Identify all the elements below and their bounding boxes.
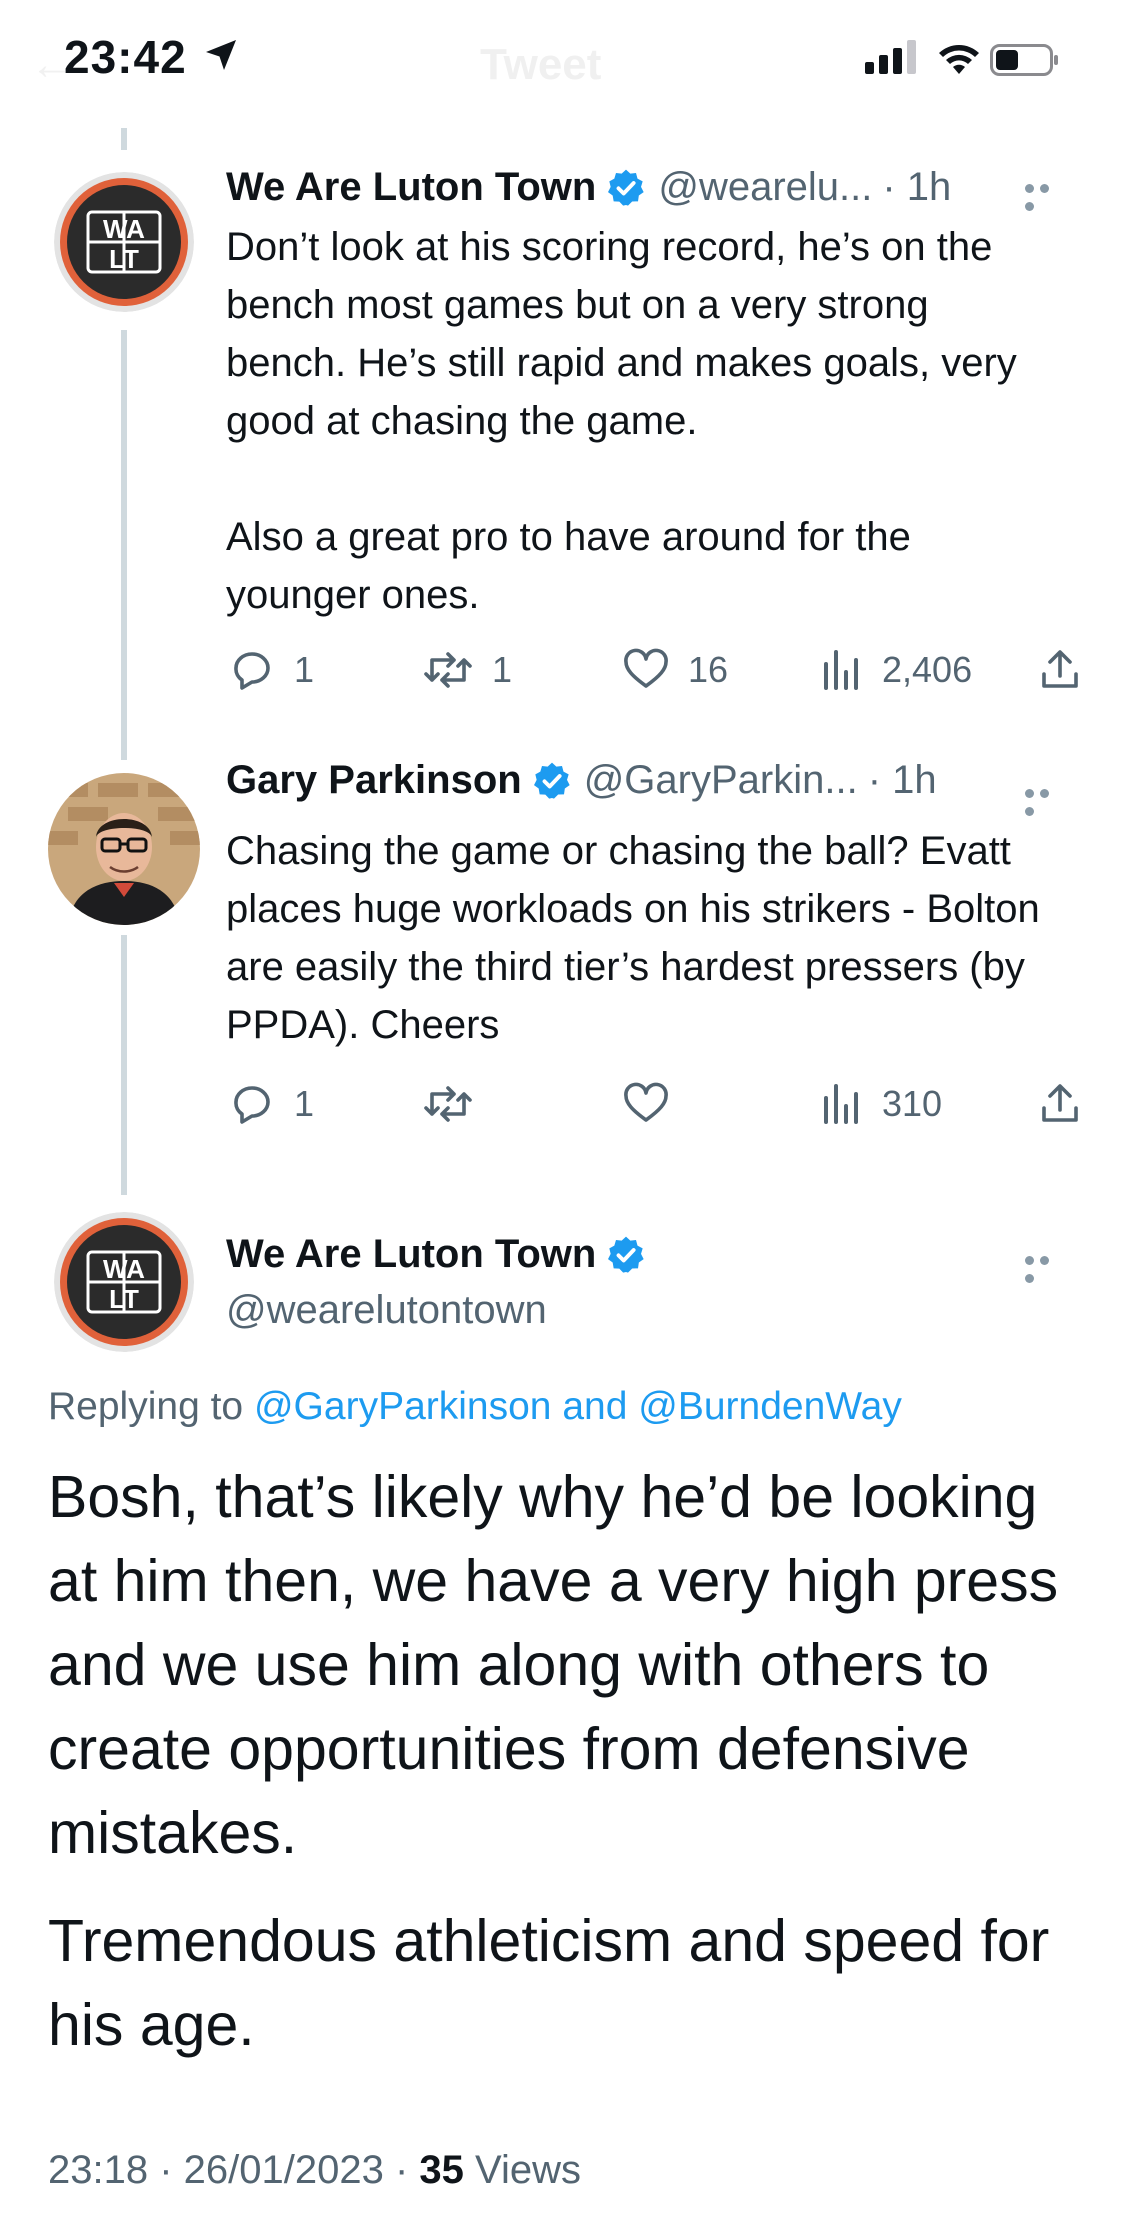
status-time: 23:42 [64, 31, 187, 83]
handle[interactable]: @wearelutontown [226, 1288, 547, 1333]
timestamp[interactable]: 23:18 · 26/01/2023 · [48, 2148, 408, 2192]
display-name[interactable]: We Are Luton Town [226, 1232, 596, 1277]
svg-text:LT: LT [109, 1284, 139, 1314]
avatar-luton[interactable]: WA LT [54, 172, 194, 312]
more-icon[interactable] [1025, 180, 1069, 211]
avatar-luton[interactable]: WA LT [54, 1212, 194, 1352]
tweet-time[interactable]: · 1h [868, 758, 937, 803]
retweet-icon [424, 652, 472, 688]
handle[interactable]: @GaryParkin... [584, 758, 858, 803]
more-icon[interactable] [1025, 785, 1069, 816]
views-total[interactable]: 35 [419, 2148, 464, 2192]
replying-prefix: Replying to [48, 1385, 244, 1428]
handle[interactable]: @wearelu... [658, 165, 872, 210]
tweet-paragraph: Chasing the game or chasing the ball? Ev… [226, 829, 1040, 1047]
views-count: 310 [882, 1083, 943, 1124]
more-icon[interactable] [1025, 1252, 1069, 1283]
like-icon [624, 1082, 668, 1122]
display-name[interactable]: We Are Luton Town [226, 165, 596, 210]
like-icon [624, 648, 668, 688]
tweet-header: We Are Luton Town @wearelu... · 1h [226, 165, 951, 210]
reply-count: 1 [294, 1083, 315, 1124]
views-count: 2,406 [882, 649, 973, 690]
views-icon [824, 1084, 858, 1124]
views-button[interactable]: 310 [820, 1080, 942, 1128]
tweet-text: Chasing the game or chasing the ball? Ev… [226, 822, 1066, 1054]
svg-text:LT: LT [109, 244, 139, 274]
like-count: 16 [688, 649, 729, 690]
replying-and[interactable]: and [562, 1385, 627, 1428]
tweet-time[interactable]: · 1h [882, 165, 951, 210]
views-label: Views [475, 2148, 582, 2192]
header-title: Tweet [480, 40, 602, 89]
tweet-paragraph: Tremendous athleticism and speed for his… [48, 1908, 1050, 2058]
thread-line [121, 128, 127, 150]
tweet-paragraph: Also a great pro to have around for the … [226, 515, 911, 617]
reply-icon [234, 1086, 270, 1124]
views-icon [824, 650, 858, 690]
retweet-button[interactable]: 1 [422, 646, 512, 694]
share-icon[interactable] [1036, 646, 1084, 694]
main-tweet-header: We Are Luton Town [226, 1232, 658, 1277]
reply-button[interactable]: 1 [228, 646, 314, 694]
tweet-text: Don’t look at his scoring record, he’s o… [226, 218, 1056, 624]
thread-line [121, 330, 127, 760]
battery-icon [990, 44, 1058, 76]
tweet-paragraph: Bosh, that’s likely why he’d be looking … [48, 1464, 1059, 1866]
replying-to: Replying to @GaryParkinson and @BurndenW… [48, 1385, 902, 1429]
views-button[interactable]: 2,406 [820, 646, 972, 694]
status-bar: ← Tweet 23:42 [0, 0, 1125, 125]
verified-badge-icon [533, 762, 570, 799]
mention-link[interactable]: @GaryParkinson [254, 1385, 552, 1428]
wifi-icon [939, 45, 979, 74]
location-arrow-icon [206, 40, 236, 70]
tweet-header: Gary Parkinson @GaryParkin... · 1h [226, 758, 937, 803]
thread-line [121, 935, 127, 1195]
reply-count: 1 [294, 649, 315, 690]
reply-button[interactable]: 1 [228, 1080, 314, 1128]
like-button[interactable] [622, 1080, 688, 1128]
avatar-gary[interactable] [48, 773, 200, 925]
retweet-button[interactable] [422, 1080, 492, 1128]
tweet-paragraph: Don’t look at his scoring record, he’s o… [226, 225, 1017, 443]
svg-text:WA: WA [103, 214, 145, 244]
like-button[interactable]: 16 [622, 646, 728, 694]
verified-badge-icon [608, 1236, 645, 1273]
signal-icon [865, 40, 916, 74]
display-name[interactable]: Gary Parkinson [226, 758, 522, 803]
retweet-icon [424, 1086, 472, 1122]
mention-link[interactable]: @BurndenWay [638, 1385, 902, 1428]
tweet-meta: 23:18 · 26/01/2023 · 35 Views [48, 2148, 581, 2193]
main-tweet-text: Bosh, that’s likely why he’d be looking … [48, 1455, 1078, 2091]
share-icon[interactable] [1036, 1080, 1084, 1128]
retweet-count: 1 [492, 649, 513, 690]
svg-text:WA: WA [103, 1254, 145, 1284]
verified-badge-icon [608, 169, 645, 206]
reply-icon [234, 652, 270, 690]
